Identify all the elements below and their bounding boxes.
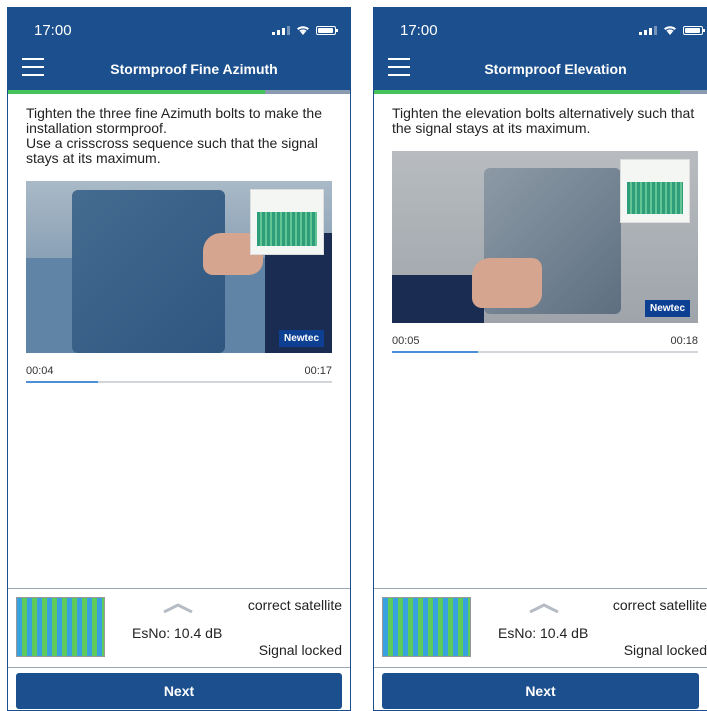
step-progress-fill — [8, 90, 265, 94]
wifi-icon — [297, 26, 309, 35]
status-time: 17:00 — [34, 22, 72, 39]
instructions: Tighten the elevation bolts alternativel… — [392, 106, 697, 136]
video-time-row: 00:05 00:18 — [392, 335, 698, 347]
instruction-line: Tighten the three fine Azimuth bolts to … — [26, 105, 322, 136]
satellite-status: correct satellite — [247, 597, 342, 613]
page-title: Stormproof Elevation — [484, 61, 627, 77]
cellular-signal-icon — [639, 25, 657, 35]
status-bar: 17:00 — [8, 8, 350, 48]
signal-graph-overlay — [250, 189, 324, 255]
chevron-up-icon[interactable] — [528, 603, 560, 613]
hamburger-menu-icon[interactable] — [22, 58, 44, 76]
status-icons — [639, 25, 705, 35]
video-scrub-played — [392, 351, 478, 353]
video-scrub-bar[interactable] — [26, 381, 332, 383]
phone-screen-stormproof-fine-azimuth: 17:00 Stormproof Fine Azimuth Tighten th… — [7, 7, 351, 711]
video-duration: 00:18 — [670, 335, 698, 347]
signal-lock-status: Signal locked — [258, 642, 342, 658]
signal-strength-graph — [16, 597, 105, 657]
status-time: 17:00 — [400, 22, 438, 39]
signal-strength-graph — [382, 597, 471, 657]
video-current-time: 00:04 — [26, 365, 54, 377]
chevron-up-icon[interactable] — [162, 603, 194, 613]
video-time-row: 00:04 00:17 — [26, 365, 332, 377]
step-progress-fill — [374, 90, 681, 94]
video-scrub-bar[interactable] — [392, 351, 698, 353]
page-title: Stormproof Fine Azimuth — [110, 61, 278, 77]
signal-graph-overlay — [620, 159, 690, 223]
next-button[interactable]: Next — [382, 673, 699, 709]
wifi-icon — [664, 26, 676, 35]
status-icons — [272, 25, 338, 35]
instruction-line: Use a crisscross sequence such that the … — [26, 135, 318, 166]
video-duration: 00:17 — [304, 365, 332, 377]
newtec-logo: Newtec — [278, 330, 324, 347]
battery-icon — [316, 25, 338, 35]
hamburger-menu-icon[interactable] — [388, 58, 410, 76]
esno-value: EsNo: 10.4 dB — [498, 625, 589, 641]
battery-icon — [683, 25, 705, 35]
instruction-video[interactable]: Newtec — [26, 181, 332, 353]
step-progress-bar — [8, 90, 350, 94]
signal-footer: EsNo: 10.4 dB correct satellite Signal l… — [374, 588, 707, 668]
video-scrub-played — [26, 381, 98, 383]
newtec-logo: Newtec — [644, 300, 690, 317]
instruction-video[interactable]: Newtec — [392, 151, 698, 323]
instruction-line: Tighten the elevation bolts alternativel… — [392, 105, 695, 136]
phone-screen-stormproof-elevation: 17:00 Stormproof Elevation Tighten the e… — [373, 7, 707, 711]
signal-footer: EsNo: 10.4 dB correct satellite Signal l… — [8, 588, 350, 668]
nav-bar: Stormproof Elevation — [374, 48, 707, 90]
instructions: Tighten the three fine Azimuth bolts to … — [26, 106, 340, 166]
signal-lock-status: Signal locked — [623, 642, 707, 658]
step-progress-bar — [374, 90, 707, 94]
status-bar: 17:00 — [374, 8, 707, 48]
video-current-time: 00:05 — [392, 335, 420, 347]
nav-bar: Stormproof Fine Azimuth — [8, 48, 350, 90]
satellite-status: correct satellite — [612, 597, 707, 613]
esno-value: EsNo: 10.4 dB — [132, 625, 223, 641]
next-button[interactable]: Next — [16, 673, 342, 709]
cellular-signal-icon — [272, 25, 290, 35]
